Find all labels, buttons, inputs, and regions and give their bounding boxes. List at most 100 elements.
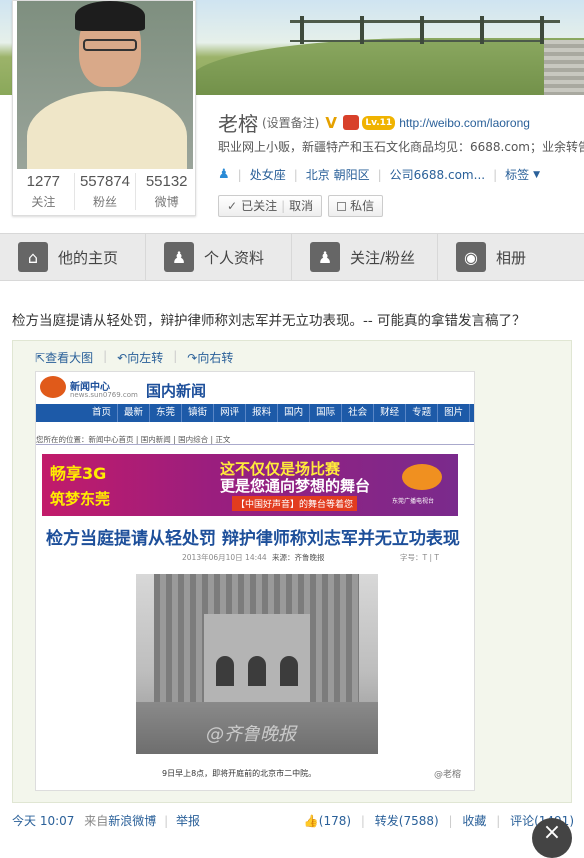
banner-hill (190, 38, 584, 95)
news-menu-item: 国际 (310, 404, 343, 422)
divider: | (103, 349, 108, 363)
news-logo-icon (40, 376, 66, 398)
profile-url-link[interactable]: http://weibo.com/laorong (399, 116, 530, 130)
tab-album-label: 相册 (496, 248, 527, 267)
vip-crown-icon[interactable] (343, 115, 360, 130)
location-link[interactable]: 北京 朝阳区 (306, 166, 370, 183)
set-remark-link[interactable]: (设置备注) (262, 114, 319, 131)
followed-button[interactable]: ✓ 已关注 | 取消 (218, 195, 323, 217)
expand-icon: ⇱ (35, 351, 46, 365)
favorite-button[interactable]: 收藏 (462, 814, 486, 828)
fence-post (420, 16, 424, 44)
news-menu-item: 图片 (438, 404, 471, 422)
report-link[interactable]: 举报 (176, 814, 200, 828)
divider: | (173, 349, 178, 363)
view-large-label: 查看大图 (45, 351, 94, 365)
tab-profile[interactable]: ♟ 个人资料 (146, 234, 292, 280)
source-prefix: 来自 (84, 814, 109, 828)
company-link[interactable]: 公司6688.com... (390, 166, 485, 183)
tab-follow-label: 关注/粉丝 (350, 248, 416, 267)
news-divider (36, 444, 474, 445)
rotate-left-icon: ↶ (117, 351, 128, 365)
repost-button[interactable]: 转发(7588) (375, 814, 439, 828)
message-button[interactable]: 私信 (328, 195, 384, 217)
rotate-right-button[interactable]: ↷向右转 (187, 349, 233, 366)
post-image[interactable]: 新闻中心 news.sun0769.com 国内新闻 首页 最新 东莞 镇街 网… (35, 371, 475, 791)
chevron-down-icon[interactable]: ▼ (533, 170, 540, 180)
rotate-right-icon: ↷ (187, 351, 198, 365)
profile-name-row: 老榕 (设置备注) V Lv.11 http://weibo.com/laoro… (218, 108, 530, 137)
ad-text: 筑梦东莞 (50, 490, 111, 508)
news-logo-subtext: news.sun0769.com (70, 391, 138, 399)
stat-posts-count: 55132 (145, 173, 188, 190)
people-icon: ♟ (310, 242, 340, 272)
court-building-photo: @齐鲁晚报 (136, 574, 378, 754)
source-link[interactable]: 新浪微博 (108, 814, 156, 828)
ad-text: 畅享3G (50, 464, 107, 483)
post-meta: 今天 10:07 来自新浪微博 | 举报 (12, 812, 200, 829)
followed-label: 已关注 (241, 199, 278, 213)
profile-nav: ⌂ 他的主页 ♟ 个人资料 ♟ 关注/粉丝 ◉ 相册 (0, 233, 584, 281)
close-icon[interactable]: × (532, 818, 572, 858)
divider: | (237, 167, 242, 182)
home-icon: ⌂ (18, 242, 48, 272)
news-menu-item: 国内 (278, 404, 311, 422)
stat-followers[interactable]: 557874 粉丝 (75, 173, 137, 210)
tab-profile-label: 个人资料 (204, 248, 265, 267)
like-button[interactable]: 👍(178) (304, 814, 351, 828)
news-menu-item: 专题 (406, 404, 439, 422)
divider: | (448, 814, 453, 828)
fence-post (360, 16, 364, 44)
message-icon (337, 201, 347, 211)
level-badge[interactable]: Lv.11 (362, 115, 396, 130)
tab-follow[interactable]: ♟ 关注/粉丝 (292, 234, 438, 280)
news-menu-item: 镇街 (182, 404, 215, 422)
profile-actions: ✓ 已关注 | 取消 私信 (218, 195, 384, 217)
divider: | (281, 199, 286, 213)
verified-v-icon[interactable]: V (325, 115, 341, 131)
post-text: 检方当庭提请从轻处罚，辩护律师称刘志军并无立功表现。-- 可能真的拿错发言稿了？ (12, 313, 526, 329)
news-menu-item: 报料 (246, 404, 279, 422)
stat-following[interactable]: 1277 关注 (13, 173, 75, 210)
divider: | (496, 814, 501, 828)
news-menu-item: 社会 (342, 404, 375, 422)
unfollow-button[interactable]: 取消 (289, 196, 313, 216)
stat-posts[interactable]: 55132 微博 (136, 173, 197, 210)
photo-caption: 9日早上8点，即将开庭前的北京市二中院。 (162, 769, 317, 778)
view-large-button[interactable]: ⇱查看大图 (35, 349, 93, 366)
banner-stairs (544, 40, 584, 95)
person-icon: ♟ (218, 167, 230, 182)
news-fontsize: 字号：T | T (400, 553, 439, 562)
post-actions: 👍(178) | 转发(7588) | 收藏 | 评论(1491) (304, 812, 574, 829)
stat-posts-label: 微博 (154, 195, 179, 209)
news-menu-item: 东莞 (150, 404, 183, 422)
news-menu-item: 首页 (86, 404, 119, 422)
divider: | (377, 167, 382, 182)
rotate-left-button[interactable]: ↶向左转 (117, 349, 163, 366)
news-header: 新闻中心 news.sun0769.com 国内新闻 (36, 372, 474, 404)
tab-album[interactable]: ◉ 相册 (438, 234, 584, 280)
avatar[interactable] (17, 1, 193, 169)
news-source: 来源：齐鲁晚报 (272, 553, 325, 562)
divider: | (493, 167, 498, 182)
tab-home-label: 他的主页 (58, 248, 119, 267)
news-title: 检方当庭提请从轻处罚 辩护律师称刘志军并无立功表现 (46, 529, 460, 549)
rotate-left-label: 向左转 (127, 351, 164, 365)
news-menu-item: 财经 (374, 404, 407, 422)
divider: | (164, 814, 169, 828)
fence-post (300, 16, 304, 44)
check-icon: ✓ (227, 199, 238, 213)
stat-following-label: 关注 (31, 195, 56, 209)
ad-brand: 东莞广播电视台 (392, 498, 435, 505)
divider: | (293, 167, 298, 182)
camera-icon: ◉ (456, 242, 486, 272)
ad-text: 【中国好声音】的舞台等着您 (232, 496, 358, 511)
stat-following-count: 1277 (26, 173, 61, 190)
tags-dropdown[interactable]: 标签 (505, 166, 529, 183)
post-attachment: ⇱查看大图 | ↶向左转 | ↷向右转 新闻中心 news.sun0769.co… (12, 340, 572, 803)
ad-logo-icon (402, 464, 442, 490)
zodiac-link[interactable]: 处女座 (250, 166, 286, 183)
ad-text: 更是您通向梦想的舞台 (220, 477, 371, 495)
post-time-link[interactable]: 今天 10:07 (12, 814, 74, 828)
tab-home[interactable]: ⌂ 他的主页 (0, 234, 146, 280)
